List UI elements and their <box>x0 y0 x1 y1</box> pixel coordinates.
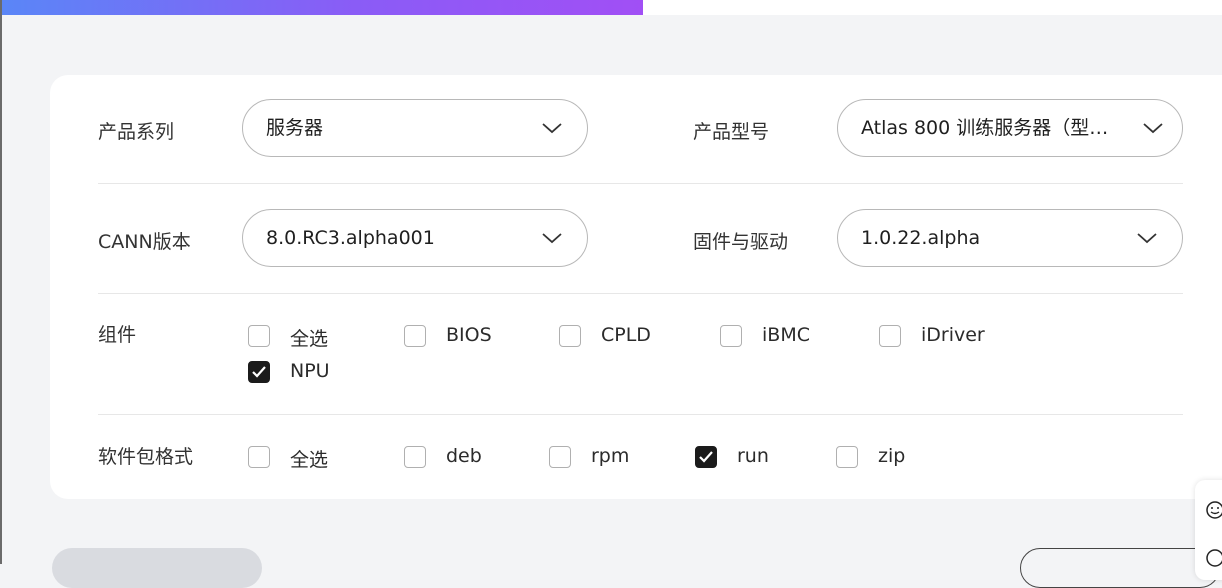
checkbox-label: rpm <box>591 445 630 467</box>
checkbox-box[interactable] <box>836 446 858 468</box>
product-series-value: 服务器 <box>266 117 324 139</box>
checkbox-box[interactable] <box>248 361 270 383</box>
side-handle[interactable] <box>1216 350 1222 400</box>
primary-action-button[interactable] <box>52 548 262 588</box>
product-series-select[interactable]: 服务器 <box>242 99 588 157</box>
chevron-down-icon <box>542 233 562 244</box>
progress-bar <box>2 0 1222 15</box>
checkbox-label: NPU <box>290 360 330 382</box>
progress-bar-fill <box>2 0 643 15</box>
checkbox-box[interactable] <box>404 446 426 468</box>
checkbox-label: 全选 <box>290 449 329 471</box>
checkbox-label: 全选 <box>290 328 329 350</box>
chat-icon[interactable] <box>1205 548 1222 568</box>
checkmark-icon <box>252 366 266 378</box>
cann-version-select[interactable]: 8.0.RC3.alpha001 <box>242 209 588 267</box>
checkbox-box[interactable] <box>879 325 901 347</box>
row-divider <box>98 414 1183 415</box>
checkbox-label: zip <box>878 445 906 467</box>
cann-version-value: 8.0.RC3.alpha001 <box>266 227 435 249</box>
smiley-icon[interactable] <box>1205 500 1222 520</box>
checkmark-icon <box>699 451 713 463</box>
product-model-value: Atlas 800 训练服务器（型… <box>861 117 1109 139</box>
checkbox-label: BIOS <box>446 324 492 346</box>
firmware-driver-select[interactable]: 1.0.22.alpha <box>837 209 1183 267</box>
filter-card: 产品系列 服务器 产品型号 Atlas 800 训练服务器（型… CANN版本 … <box>50 75 1222 499</box>
checkbox-box[interactable] <box>559 325 581 347</box>
checkbox-box[interactable] <box>695 446 717 468</box>
checkbox-box[interactable] <box>549 446 571 468</box>
firmware-driver-label: 固件与驱动 <box>693 231 789 253</box>
checkbox-label: iDriver <box>921 324 985 346</box>
checkbox-label: deb <box>446 445 482 467</box>
checkbox-box[interactable] <box>248 325 270 347</box>
checkbox-box[interactable] <box>248 446 270 468</box>
product-model-select[interactable]: Atlas 800 训练服务器（型… <box>837 99 1183 157</box>
product-model-label: 产品型号 <box>693 121 770 143</box>
checkbox-label: run <box>737 445 769 467</box>
secondary-action-button[interactable] <box>1020 548 1220 588</box>
checkbox-box[interactable] <box>720 325 742 347</box>
floating-feedback-panel[interactable] <box>1195 480 1222 580</box>
checkbox-label: iBMC <box>762 324 810 346</box>
window-edge <box>0 0 2 564</box>
package-format-label: 软件包格式 <box>98 446 194 468</box>
chevron-down-icon <box>1137 233 1157 244</box>
checkbox-label: CPLD <box>601 324 651 346</box>
cann-version-label: CANN版本 <box>98 231 191 253</box>
components-label: 组件 <box>98 324 137 346</box>
row-divider <box>98 293 1183 294</box>
product-series-label: 产品系列 <box>98 121 175 143</box>
chevron-down-icon <box>542 123 562 134</box>
firmware-driver-value: 1.0.22.alpha <box>861 227 981 249</box>
chevron-down-icon <box>1143 123 1163 134</box>
checkbox-box[interactable] <box>404 325 426 347</box>
row-divider <box>98 183 1183 184</box>
